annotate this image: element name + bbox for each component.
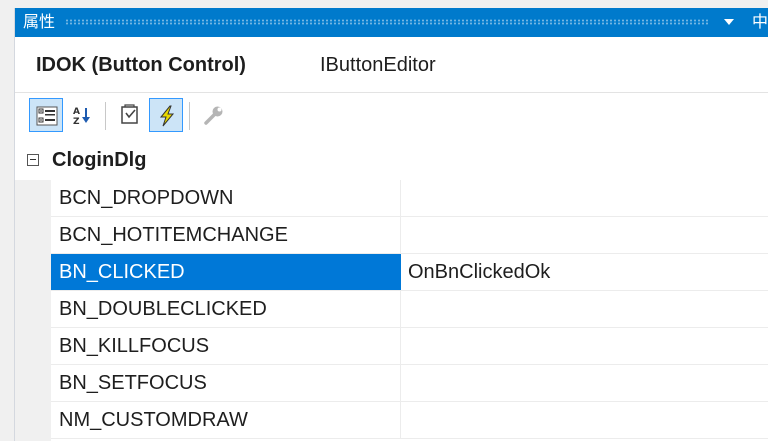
categorized-icon — [36, 106, 58, 126]
properties-icon — [121, 104, 138, 124]
properties-button[interactable] — [113, 98, 147, 132]
svg-text:Z: Z — [73, 117, 80, 126]
dropdown-arrow-icon[interactable] — [721, 14, 737, 30]
event-name: BN_CLICKED — [51, 254, 401, 290]
handler-value[interactable] — [402, 291, 768, 327]
object-type: IButtonEditor — [320, 54, 436, 76]
event-name: BCN_DROPDOWN — [51, 180, 401, 216]
property-row-bn-doubleclicked[interactable]: BN_DOUBLECLICKED — [51, 291, 768, 328]
toolbar-separator — [189, 102, 190, 130]
property-row-bn-killfocus[interactable]: BN_KILLFOCUS — [51, 328, 768, 365]
object-selector[interactable]: IDOK (Button Control) IButtonEditor — [15, 37, 768, 93]
event-name: BCN_HOTITEMCHANGE — [51, 217, 401, 253]
grid-gutter — [15, 180, 51, 441]
property-row-bn-clicked[interactable]: BN_CLICKED OnBnClickedOk — [51, 254, 768, 291]
property-row-nm-customdraw[interactable]: NM_CUSTOMDRAW — [51, 402, 768, 439]
handler-value[interactable] — [402, 328, 768, 364]
property-grid: CloginDlg BCN_DROPDOWN BCN_HOTITEMCHANGE… — [15, 142, 768, 441]
properties-panel: 属性 中 IDOK (Button Control) IButtonEditor… — [14, 8, 768, 441]
pin-icon[interactable]: 中 — [752, 11, 768, 33]
panel-title: 属性 — [23, 12, 56, 31]
titlebar-grip[interactable] — [65, 19, 709, 25]
svg-text:A: A — [73, 107, 80, 117]
categorized-button[interactable] — [29, 98, 63, 132]
control-events-button[interactable] — [149, 98, 183, 132]
handler-value[interactable]: OnBnClickedOk — [402, 254, 768, 290]
property-row-bn-setfocus[interactable]: BN_SETFOCUS — [51, 365, 768, 402]
object-name: IDOK (Button Control) — [36, 54, 246, 76]
alphabetical-button[interactable]: A Z — [65, 98, 99, 132]
alphabetical-sort-icon: A Z — [73, 107, 90, 126]
control-events-icon — [159, 105, 175, 127]
property-row-bcn-dropdown[interactable]: BCN_DROPDOWN — [51, 180, 768, 217]
event-name: BN_DOUBLECLICKED — [51, 291, 401, 327]
event-name: BN_KILLFOCUS — [51, 328, 401, 364]
category-row[interactable]: CloginDlg — [15, 142, 768, 180]
properties-toolbar: A Z — [15, 94, 768, 142]
handler-value[interactable] — [402, 217, 768, 253]
event-name: NM_CUSTOMDRAW — [51, 402, 401, 438]
handler-value[interactable] — [402, 365, 768, 401]
event-name: BN_SETFOCUS — [51, 365, 401, 401]
collapse-icon[interactable] — [27, 154, 39, 166]
property-pages-button[interactable] — [197, 98, 231, 132]
category-label: CloginDlg — [52, 149, 147, 171]
handler-value[interactable] — [402, 402, 768, 438]
panel-titlebar[interactable]: 属性 中 — [15, 8, 768, 37]
property-pages-icon — [204, 106, 223, 125]
handler-value[interactable] — [402, 180, 768, 216]
property-row-bcn-hotitemchange[interactable]: BCN_HOTITEMCHANGE — [51, 217, 768, 254]
toolbar-separator — [105, 102, 106, 130]
